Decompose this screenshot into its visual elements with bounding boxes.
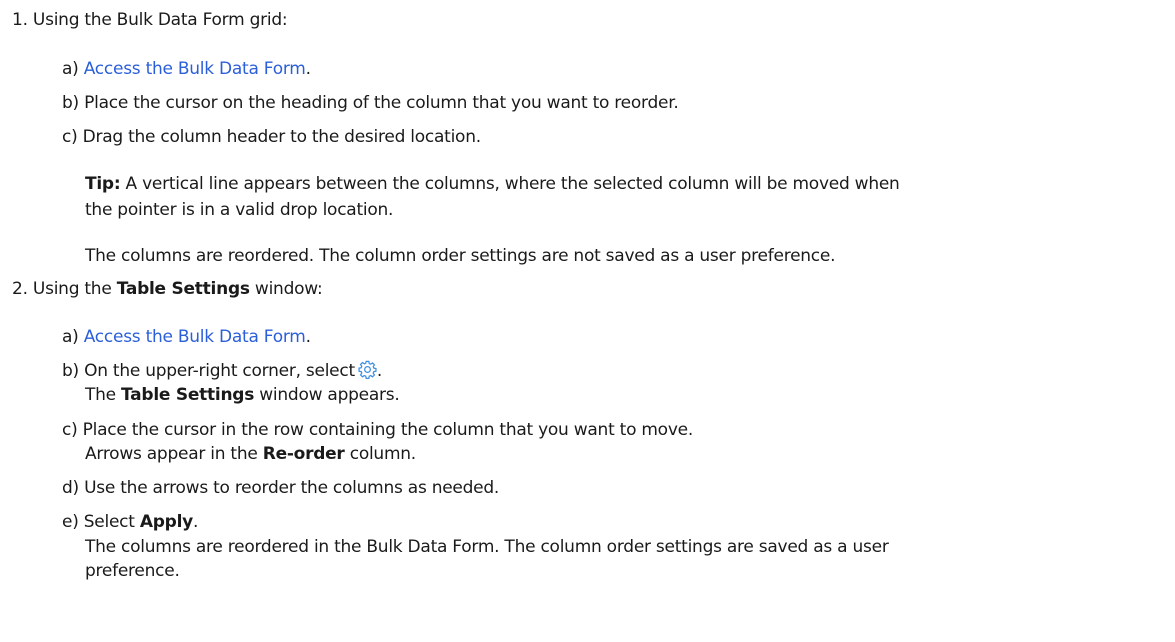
substep-label: d) xyxy=(62,478,79,498)
tip-text: A vertical line appears between the colu… xyxy=(120,174,900,194)
substep-label: c) xyxy=(62,420,78,440)
step-number: 2. xyxy=(12,279,28,299)
step-2: 2. Using the Table Settings window: xyxy=(12,278,323,300)
substep-1c: c) Drag the column header to the desired… xyxy=(62,126,481,148)
re-order-label: Re-order xyxy=(262,444,345,464)
gear-icon[interactable] xyxy=(358,360,377,379)
substep-2a: a) Access the Bulk Data Form. xyxy=(62,326,311,348)
substep-label: b) xyxy=(62,361,79,381)
substep-2b: b) On the upper-right corner, select. xyxy=(62,360,382,382)
substep-1b: b) Place the cursor on the heading of th… xyxy=(62,92,679,114)
result-text: The columns are reordered. The column or… xyxy=(85,246,836,266)
substep-2c: c) Place the cursor in the row containin… xyxy=(62,419,693,441)
substep-text: Place the cursor on the heading of the c… xyxy=(84,93,679,113)
substep-text: Select xyxy=(83,512,140,532)
substep-2e-result-line-2: preference. xyxy=(85,560,180,582)
procedure-document: 1. Using the Bulk Data Form grid: a) Acc… xyxy=(0,0,1175,642)
tip-line-1: Tip: A vertical line appears between the… xyxy=(85,173,900,195)
substep-label: c) xyxy=(62,127,78,147)
table-settings-label: Table Settings xyxy=(121,385,255,405)
substep-text: Drag the column header to the desired lo… xyxy=(82,127,482,147)
table-settings-label: Table Settings xyxy=(116,279,250,299)
substep-text: On the upper-right corner, select xyxy=(84,361,355,381)
punctuation: . xyxy=(305,59,311,79)
result-text: Arrows appear in the xyxy=(85,444,263,464)
step-1: 1. Using the Bulk Data Form grid: xyxy=(12,9,288,31)
tip-line-2: the pointer is in a valid drop location. xyxy=(85,199,393,221)
substep-label: b) xyxy=(62,93,79,113)
punctuation: . xyxy=(376,361,383,381)
punctuation: . xyxy=(305,327,311,347)
step-text: Using the xyxy=(32,279,117,299)
substep-1a: a) Access the Bulk Data Form. xyxy=(62,58,311,80)
substep-label: e) xyxy=(62,512,79,532)
step-number: 1. xyxy=(12,10,28,30)
substep-2b-result: The Table Settings window appears. xyxy=(85,384,400,406)
substep-label: a) xyxy=(62,59,79,79)
step-text: Using the Bulk Data Form grid: xyxy=(32,10,288,30)
step-text: window: xyxy=(249,279,323,299)
tip-text: the pointer is in a valid drop location. xyxy=(85,200,394,220)
result-text: The xyxy=(85,385,122,405)
substep-2c-result: Arrows appear in the Re-order column. xyxy=(85,443,416,465)
substep-2d: d) Use the arrows to reorder the columns… xyxy=(62,477,499,499)
substep-text: Place the cursor in the row containing t… xyxy=(82,420,694,440)
tip-label: Tip: xyxy=(85,174,121,194)
apply-label: Apply xyxy=(139,512,194,532)
access-bulk-data-form-link[interactable]: Access the Bulk Data Form xyxy=(84,59,306,79)
step-1-result: The columns are reordered. The column or… xyxy=(85,245,836,267)
access-bulk-data-form-link[interactable]: Access the Bulk Data Form xyxy=(84,327,306,347)
substep-text: Use the arrows to reorder the columns as… xyxy=(84,478,500,498)
substep-label: a) xyxy=(62,327,79,347)
result-text: The columns are reordered in the Bulk Da… xyxy=(85,537,889,557)
result-text: window appears. xyxy=(254,385,400,405)
result-text: preference. xyxy=(85,561,180,581)
result-text: column. xyxy=(344,444,417,464)
punctuation: . xyxy=(193,512,199,532)
substep-2e: e) Select Apply. xyxy=(62,511,198,533)
substep-2e-result-line-1: The columns are reordered in the Bulk Da… xyxy=(85,536,889,558)
